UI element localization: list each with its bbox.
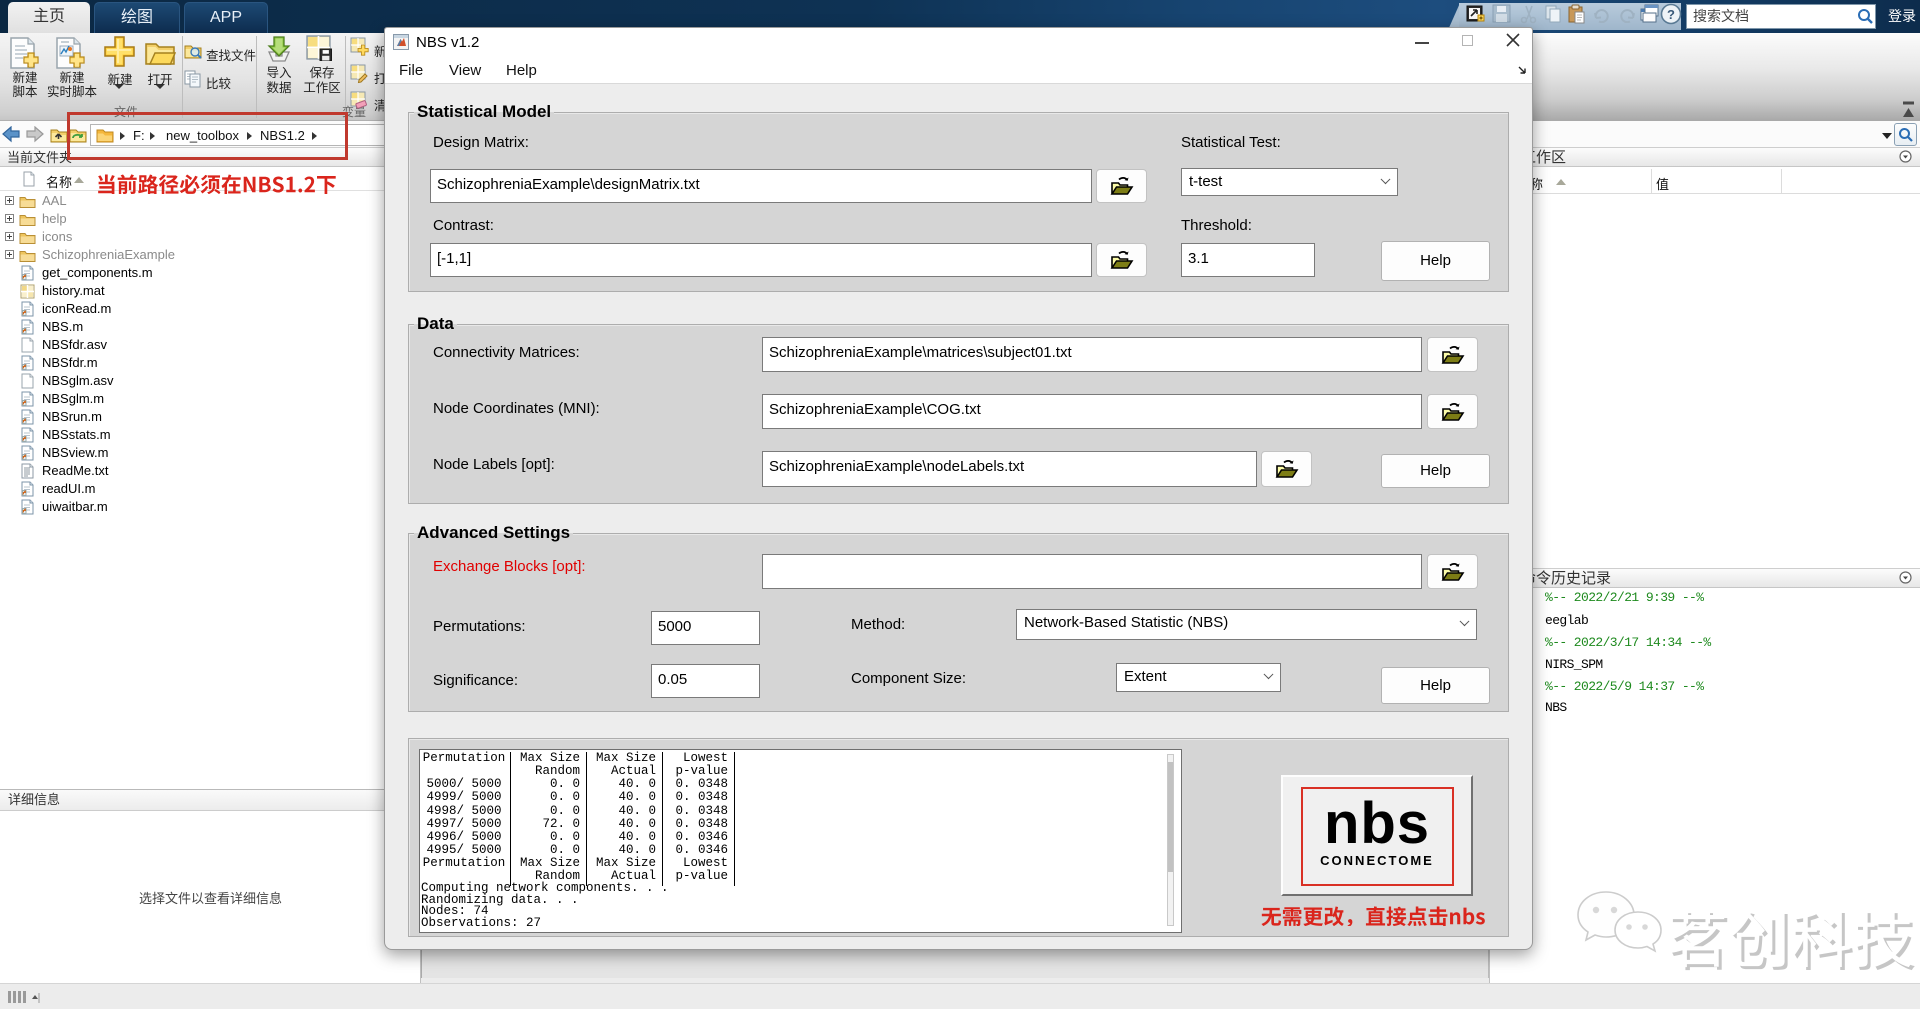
svg-text:?: ? — [1667, 7, 1675, 22]
